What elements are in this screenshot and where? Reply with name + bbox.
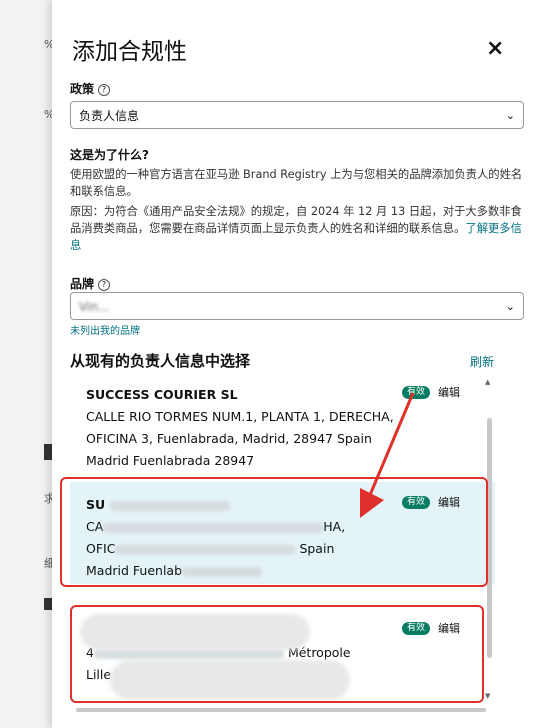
annotation-arrow-icon	[360, 392, 415, 518]
